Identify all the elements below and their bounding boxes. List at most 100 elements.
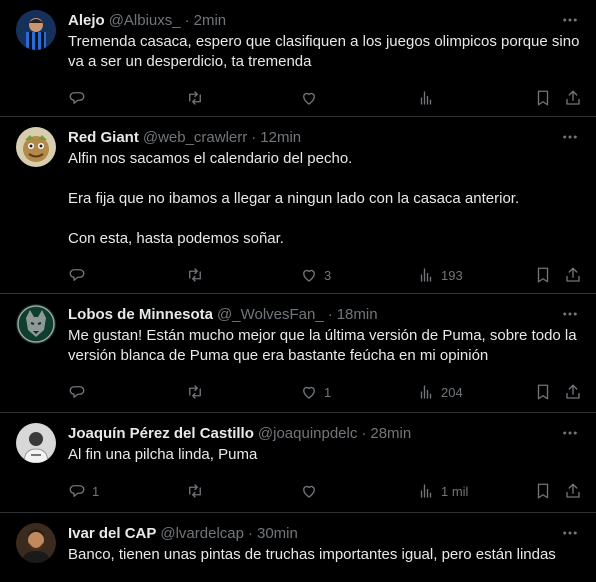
repost-icon (186, 482, 204, 500)
reply-icon (68, 89, 86, 107)
view-count: 1 mil (441, 483, 469, 499)
tweet-header: Lobos de Minnesota @_WolvesFan_ · 18min (68, 304, 580, 324)
handle[interactable]: @_WolvesFan_ (217, 306, 324, 323)
tweet-header: Joaquín Pérez del Castillo @joaquinpdelc… (68, 423, 580, 443)
like-button[interactable]: 1 (300, 372, 331, 412)
reply-button[interactable]: 1 (68, 471, 99, 511)
tweet[interactable]: Alejo @Albiuxs_ · 2min Tremenda casaca, … (0, 0, 596, 117)
repost-icon (186, 89, 204, 107)
like-count: 3 (324, 267, 332, 283)
tweet-text: Me gustan! Están mucho mejor que la últi… (68, 326, 580, 366)
handle[interactable]: @joaquinpdelc (258, 425, 357, 442)
separator-dot: · (247, 524, 253, 542)
handle[interactable]: @Albiuxs_ (109, 12, 181, 29)
tweet-text: Alfin nos sacamos el calendario del pech… (68, 149, 580, 249)
reply-count: 1 (92, 483, 100, 499)
tweet-paragraph: Me gustan! Están mucho mejor que la últi… (68, 327, 577, 364)
bookmark-button[interactable] (534, 78, 552, 118)
avatar[interactable] (16, 304, 56, 344)
share-button[interactable] (564, 255, 582, 295)
timestamp[interactable]: 28min (370, 425, 411, 442)
share-icon (564, 266, 582, 284)
timestamp[interactable]: 18min (337, 306, 378, 323)
reply-icon (68, 482, 86, 500)
bookmark-icon (534, 383, 552, 401)
tweet[interactable]: Red Giant @web_crawlerr · 12min Alfin no… (0, 117, 596, 294)
handle[interactable]: @lvardelcap (160, 525, 244, 542)
bar-chart-icon (417, 266, 435, 284)
tweet-paragraph: Al fin una pilcha linda, Puma (68, 446, 258, 463)
display-name[interactable]: Joaquín Pérez del Castillo (68, 425, 254, 442)
tweet-paragraph: Alfin nos sacamos el calendario del pech… (68, 150, 353, 167)
heart-icon (300, 266, 318, 284)
avatar[interactable] (16, 523, 56, 563)
like-button[interactable]: 3 (300, 255, 331, 295)
display-name[interactable]: Ivar del CAP (68, 525, 156, 542)
views-button[interactable]: 193 (417, 255, 463, 295)
separator-dot: · (184, 11, 190, 29)
separator-dot: · (327, 305, 333, 323)
tweet-paragraph: Era fija que no ibamos a llegar a ningun… (68, 190, 520, 207)
share-icon (564, 89, 582, 107)
more-options-icon[interactable] (560, 423, 580, 443)
display-name[interactable]: Alejo (68, 12, 105, 29)
action-bar: 1 1 mil (68, 471, 580, 511)
heart-icon (300, 482, 318, 500)
tweet-paragraph: Tremenda casaca, espero que clasifiquen … (68, 33, 580, 70)
repost-button[interactable] (186, 78, 210, 118)
reply-button[interactable] (68, 78, 92, 118)
action-bar: 3 193 (68, 255, 580, 295)
views-button[interactable]: 1 mil (417, 471, 468, 511)
reply-feed: Alejo @Albiuxs_ · 2min Tremenda casaca, … (0, 0, 596, 582)
share-icon (564, 383, 582, 401)
more-options-icon[interactable] (560, 127, 580, 147)
bar-chart-icon (417, 383, 435, 401)
bookmark-icon (534, 482, 552, 500)
view-count: 204 (441, 384, 463, 400)
bar-chart-icon (417, 89, 435, 107)
tweet-text: Al fin una pilcha linda, Puma (68, 445, 580, 465)
share-button[interactable] (564, 78, 582, 118)
timestamp[interactable]: 30min (257, 525, 298, 542)
views-button[interactable] (417, 78, 441, 118)
repost-button[interactable] (186, 471, 210, 511)
separator-dot: · (361, 424, 367, 442)
like-button[interactable] (300, 471, 324, 511)
tweet-paragraph: Banco, tienen unas pintas de truchas imp… (68, 546, 556, 563)
reply-button[interactable] (68, 372, 92, 412)
more-options-icon[interactable] (560, 10, 580, 30)
like-button[interactable] (300, 78, 324, 118)
timestamp[interactable]: 12min (260, 129, 301, 146)
more-options-icon[interactable] (560, 304, 580, 324)
view-count: 193 (441, 267, 463, 283)
repost-button[interactable] (186, 372, 210, 412)
tweet[interactable]: Ivar del CAP @lvardelcap · 30min Banco, … (0, 513, 596, 582)
display-name[interactable]: Red Giant (68, 129, 139, 146)
timestamp[interactable]: 2min (194, 12, 227, 29)
reply-button[interactable] (68, 255, 92, 295)
share-button[interactable] (564, 372, 582, 412)
separator-dot: · (251, 128, 257, 146)
share-button[interactable] (564, 471, 582, 511)
heart-icon (300, 89, 318, 107)
repost-button[interactable] (186, 255, 210, 295)
tweet[interactable]: Joaquín Pérez del Castillo @joaquinpdelc… (0, 413, 596, 513)
like-count: 1 (324, 384, 332, 400)
bookmark-button[interactable] (534, 372, 552, 412)
repost-icon (186, 383, 204, 401)
avatar[interactable] (16, 423, 56, 463)
bookmark-icon (534, 89, 552, 107)
handle[interactable]: @web_crawlerr (143, 129, 247, 146)
bookmark-button[interactable] (534, 255, 552, 295)
repost-icon (186, 266, 204, 284)
tweet-paragraph: Con esta, hasta podemos soñar. (68, 230, 284, 247)
more-options-icon[interactable] (560, 523, 580, 543)
views-button[interactable]: 204 (417, 372, 463, 412)
display-name[interactable]: Lobos de Minnesota (68, 306, 213, 323)
tweet[interactable]: Lobos de Minnesota @_WolvesFan_ · 18min … (0, 294, 596, 413)
tweet-text: Tremenda casaca, espero que clasifiquen … (68, 32, 580, 72)
avatar[interactable] (16, 127, 56, 167)
bookmark-button[interactable] (534, 471, 552, 511)
heart-icon (300, 383, 318, 401)
avatar[interactable] (16, 10, 56, 50)
